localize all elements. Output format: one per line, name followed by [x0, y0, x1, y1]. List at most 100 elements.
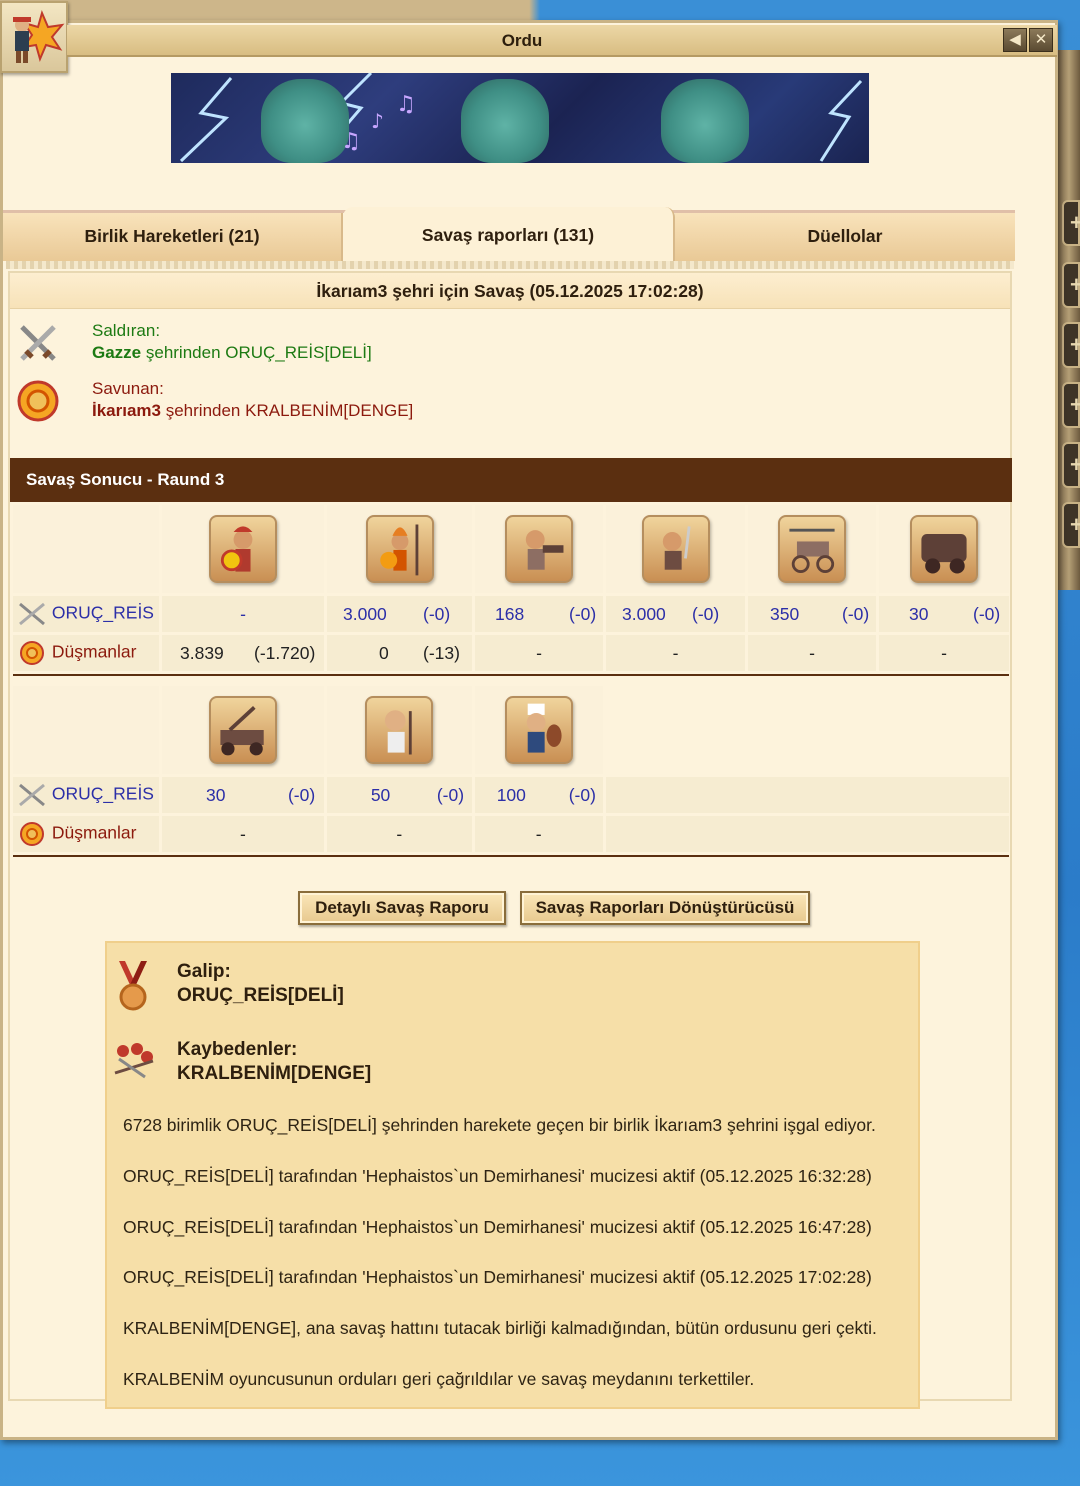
music-notes-art: ♫ ♪ ♫ [341, 92, 416, 154]
swordsman-icon [641, 515, 710, 583]
battle-report: İkarıam3 şehri için Savaş (05.12.2025 17… [8, 271, 1012, 1409]
side-button-1[interactable]: + [1062, 200, 1080, 246]
defender-unit-1: 3.839 (-1.720) [162, 635, 324, 671]
army-logo-icon[interactable] [0, 1, 68, 73]
loser-name: KRALBENİM[DENGE] [177, 1063, 372, 1084]
shield-icon [20, 641, 44, 665]
defender-unit-5: - [748, 635, 876, 671]
row-divider [13, 855, 1009, 857]
slinger-icon [505, 515, 573, 583]
defender-player[interactable]: şehrinden KRALBENİM[DENGE] [161, 401, 414, 420]
unit-loss: (-0) [692, 603, 720, 624]
unit-loss: (-13) [423, 642, 460, 663]
attacker-city[interactable]: Gazze [92, 343, 141, 362]
unit-loss: (-0) [436, 784, 465, 805]
tab-bar: Birlik Hareketleri (21) Savaş raporları … [3, 207, 1015, 261]
side-button-2[interactable]: + [1062, 262, 1080, 308]
battle-result-bar: Savaş Sonucu - Raund 3 [10, 458, 1012, 502]
defender-name[interactable]: Düşmanlar [52, 642, 137, 662]
empty-cell [13, 686, 159, 774]
army-window: Ordu ◀ ✕ ♫ ♪ ♫ Birlik Hareketleri (21) S… [0, 1, 1058, 1440]
defender-unit-9: - [474, 816, 603, 852]
unit-count: - [396, 823, 403, 844]
unit-count: - [240, 603, 246, 624]
report-converter-button[interactable]: Savaş Raporları Dönüştürücüsü [520, 891, 810, 925]
battle-message: KRALBENİM[DENGE], ana savaş hattını tuta… [123, 1318, 877, 1338]
shield-icon [17, 380, 59, 422]
background-strip [0, 0, 1080, 20]
unit-loss: (-0) [973, 603, 1001, 624]
doctor-icon [365, 696, 434, 764]
close-icon[interactable]: ✕ [1029, 28, 1053, 52]
side-button-3[interactable]: + [1062, 322, 1080, 368]
tab-battle-reports[interactable]: Savaş raporları (131) [343, 207, 675, 261]
units-table-2: ORUÇ_REİS 30 (-0) 50 (-0) 100 (-0) Düşmanla… [10, 683, 1012, 860]
window-title: Ordu [501, 31, 543, 50]
report-heading: İkarıam3 şehri için Savaş (05.12.2025 17… [10, 273, 1010, 309]
unit-count: - [672, 642, 679, 663]
units-table-1: ORUÇ_REİS - 3.000 (-0) 168 (-0) 3.000 (-0) … [10, 502, 1012, 679]
unit-count: 30 [205, 784, 226, 805]
attacker-unit-4: 3.000 (-0) [606, 596, 745, 632]
attacker-unit-8: 50 (-0) [326, 777, 472, 813]
attacker-unit-2: 3.000 (-0) [327, 596, 472, 632]
tab-duels[interactable]: Düellolar [675, 213, 1015, 261]
unit-count: - [809, 642, 815, 663]
unit-count: - [239, 823, 246, 844]
battle-message: ORUÇ_REİS[DELİ] tarafından 'Hephaistos`u… [123, 1267, 872, 1287]
empty-cell [605, 686, 1009, 774]
unit-loss: (-0) [568, 784, 596, 805]
defender-city[interactable]: İkarıam3 [92, 401, 161, 420]
unit-count: 168 [495, 603, 525, 624]
defender-section: Savunan: İkarıam3 şehrinden KRALBENİM[DE… [10, 375, 1010, 433]
window-titlebar: Ordu ◀ ✕ [67, 25, 1057, 57]
catapult-icon [208, 696, 277, 764]
loser-label: Kaybedenler: [177, 1039, 298, 1060]
attacker-row-label: ORUÇ_REİS [13, 777, 159, 813]
attacker-unit-9: 100 (-0) [474, 777, 603, 813]
side-button-6[interactable]: + [1062, 502, 1080, 548]
attacker-name[interactable]: ORUÇ_REİS [52, 603, 154, 623]
defender-info: İkarıam3 şehrinden KRALBENİM[DENGE] [92, 401, 413, 421]
defender-unit-8: - [326, 816, 472, 852]
tab-unit-movements[interactable]: Birlik Hareketleri (21) [3, 213, 343, 261]
sirens-banner: ♫ ♪ ♫ [171, 73, 869, 163]
greek-border [6, 261, 1014, 269]
fallen-icon [114, 1043, 154, 1079]
svg-text:♪: ♪ [371, 109, 384, 133]
hoplite-icon [209, 515, 277, 583]
attacker-name[interactable]: ORUÇ_REİS [52, 784, 154, 804]
defender-name[interactable]: Düşmanlar [52, 823, 137, 843]
back-icon[interactable]: ◀ [1003, 28, 1027, 52]
swords-icon [19, 783, 45, 807]
defender-unit-4: - [606, 635, 745, 671]
defender-label: Savunan: [92, 379, 164, 398]
unit-count: 50 [370, 784, 391, 805]
detailed-report-button[interactable]: Detaylı Savaş Raporu [298, 891, 506, 925]
defender-unit-7: - [161, 816, 324, 852]
unit-count: 3.000 [622, 603, 666, 624]
unit-count: 3.000 [343, 603, 387, 624]
cook-icon [504, 696, 573, 764]
unit-loss: (-1.720) [254, 642, 316, 663]
empty-cell [13, 505, 159, 593]
attacker-unit-6: 30 (-0) [879, 596, 1009, 632]
unit-loss: (-0) [842, 603, 870, 624]
defender-row-label: Düşmanlar [13, 635, 159, 671]
unit-count: 3.839 [180, 642, 224, 663]
attacker-player[interactable]: şehrinden ORUÇ_REİS[DELİ] [141, 343, 372, 362]
attacker-unit-3: 168 (-0) [475, 596, 603, 632]
battle-message: ORUÇ_REİS[DELİ] tarafından 'Hephaistos`u… [123, 1217, 872, 1237]
unit-count: 30 [909, 603, 929, 624]
spartan-icon [365, 515, 434, 583]
empty-cell [605, 777, 1009, 813]
attacker-label: Saldıran: [92, 321, 161, 340]
svg-text:♫: ♫ [396, 92, 416, 117]
gyrocopter-icon [778, 515, 846, 583]
swords-icon [20, 325, 56, 361]
side-button-4[interactable]: + [1062, 382, 1080, 428]
unit-loss: (-0) [287, 784, 316, 805]
side-button-5[interactable]: + [1062, 442, 1080, 488]
defender-unit-2: 0 (-13) [327, 635, 472, 671]
svg-text:♫: ♫ [341, 129, 361, 154]
